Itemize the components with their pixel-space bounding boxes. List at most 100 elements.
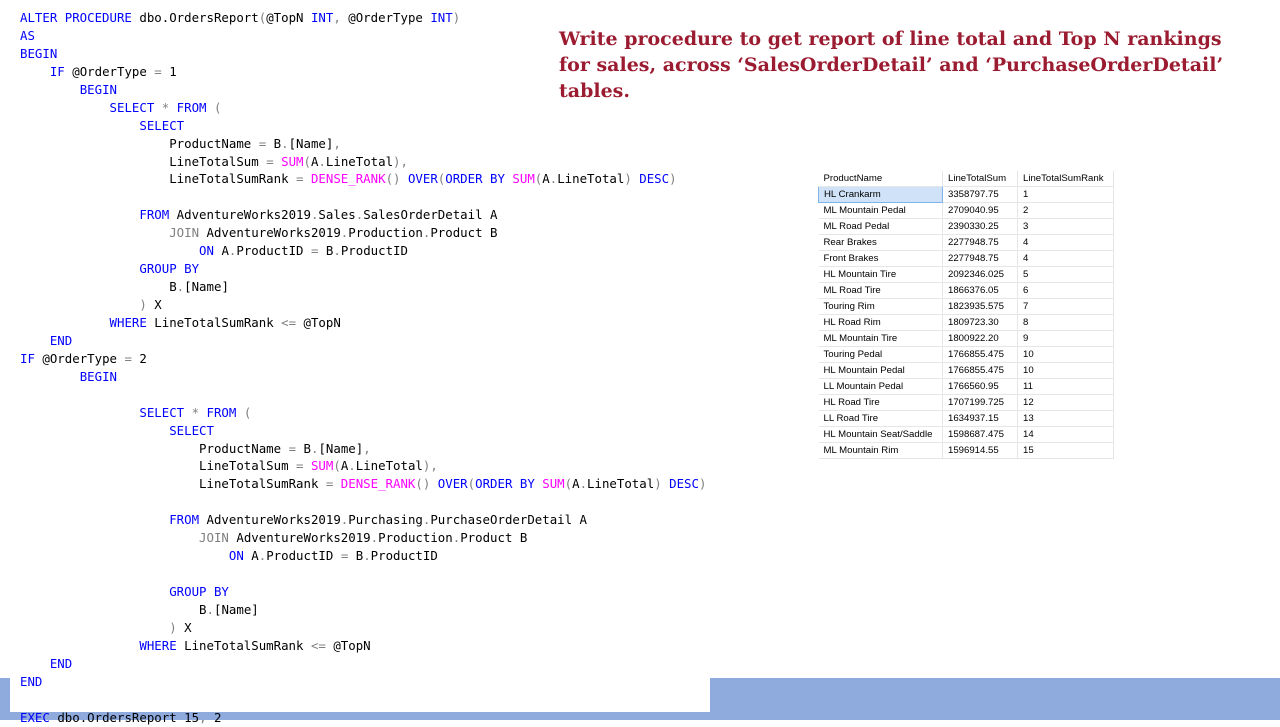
cell-productname[interactable]: LL Road Tire (818, 410, 943, 427)
cell-linetotalsumrank[interactable]: 12 (1017, 394, 1114, 411)
cell-linetotalsum[interactable]: 2277948.75 (942, 250, 1018, 267)
code-line: JOIN AdventureWorks2019.Production.Produ… (20, 529, 706, 547)
sql-code-editor[interactable]: ALTER PROCEDURE dbo.OrdersReport (@TopN I… (10, 8, 710, 725)
cell-productname[interactable]: HL Road Tire (818, 394, 943, 411)
cell-linetotalsum[interactable]: 2709040.95 (942, 202, 1018, 219)
table-row[interactable]: Front Brakes 2277948.75 4 (818, 250, 1114, 267)
cell-productname[interactable]: ML Mountain Rim (818, 442, 943, 459)
cell-linetotalsumrank[interactable]: 11 (1017, 378, 1114, 395)
cell-linetotalsumrank[interactable]: 2 (1017, 202, 1114, 219)
cell-productname[interactable]: HL Crankarm (818, 186, 943, 203)
cell-linetotalsum[interactable]: 1866376.05 (942, 282, 1018, 299)
cell-productname[interactable]: HL Mountain Pedal (818, 362, 943, 379)
code-token: INT (310, 10, 334, 25)
table-row[interactable]: HL Mountain Pedal 1766855.475 10 (818, 362, 1114, 379)
cell-linetotalsum[interactable]: 1707199.725 (942, 394, 1018, 411)
cell-linetotalsumrank[interactable]: 5 (1017, 266, 1114, 283)
cell-linetotalsum[interactable]: 1598687.475 (942, 426, 1018, 443)
code-token: ( (467, 476, 476, 492)
cell-linetotalsum[interactable]: 2277948.75 (942, 234, 1018, 251)
cell-linetotalsum[interactable]: 1823935.575 (942, 298, 1018, 315)
table-row[interactable]: LL Road Tire 1634937.15 13 (818, 410, 1114, 427)
cell-productname[interactable]: HL Mountain Seat/Saddle (818, 426, 943, 443)
code-line: JOIN AdventureWorks2019.Production.Produ… (20, 224, 706, 242)
table-row[interactable]: ML Mountain Rim 1596914.55 15 (818, 442, 1114, 459)
code-token: JOIN (169, 225, 207, 241)
cell-linetotalsumrank[interactable]: 13 (1017, 410, 1114, 427)
results-grid[interactable]: ProductName LineTotalSum LineTotalSumRan… (818, 171, 1114, 459)
code-line: SELECT (20, 422, 706, 440)
cell-linetotalsum[interactable]: 1800922.20 (942, 330, 1018, 347)
table-row[interactable]: HL Crankarm 3358797.75 1 (818, 186, 1114, 203)
cell-linetotalsumrank[interactable]: 8 (1017, 314, 1114, 331)
cell-linetotalsum[interactable]: 3358797.75 (942, 186, 1018, 203)
cell-productname[interactable]: ML Mountain Tire (818, 330, 943, 347)
cell-productname[interactable]: LL Mountain Pedal (818, 378, 943, 395)
code-token: , (333, 10, 349, 25)
cell-productname[interactable]: Touring Pedal (818, 346, 943, 363)
cell-productname[interactable]: HL Road Rim (818, 314, 943, 331)
cell-linetotalsumrank[interactable]: 4 (1017, 234, 1114, 251)
table-row[interactable]: HL Mountain Seat/Saddle 1598687.475 14 (818, 426, 1114, 443)
cell-linetotalsum[interactable]: 1596914.55 (942, 442, 1018, 459)
cell-linetotalsum[interactable]: 1766855.475 (942, 346, 1018, 363)
code-token: JOIN (199, 530, 237, 546)
code-line: END (20, 655, 706, 673)
cell-productname[interactable]: ML Mountain Pedal (818, 202, 943, 219)
code-token: WHERE (139, 637, 185, 653)
cell-linetotalsumrank[interactable]: 4 (1017, 250, 1114, 267)
cell-productname[interactable]: HL Mountain Tire (818, 266, 943, 283)
code-token: PurchaseOrderDetail A (430, 512, 587, 528)
cell-linetotalsum[interactable]: 1766560.95 (942, 378, 1018, 395)
cell-linetotalsumrank[interactable]: 10 (1017, 362, 1114, 379)
code-token: A (572, 476, 580, 492)
code-token: . (370, 530, 379, 546)
cell-linetotalsumrank[interactable]: 10 (1017, 346, 1114, 363)
code-token: ) (169, 619, 185, 635)
code-token: LineTotal (557, 171, 625, 187)
code-line: ON A.ProductID = B.ProductID (20, 547, 706, 565)
code-token: ( (213, 99, 222, 115)
table-row[interactable]: HL Mountain Tire 2092346.025 5 (818, 266, 1114, 283)
table-row[interactable]: HL Road Rim 1809723.30 8 (818, 314, 1114, 331)
table-row[interactable]: Rear Brakes 2277948.75 4 (818, 234, 1114, 251)
cell-linetotalsum[interactable]: 1766855.475 (942, 362, 1018, 379)
table-row[interactable]: ML Mountain Tire 1800922.20 9 (818, 330, 1114, 347)
column-header-linetotalsum[interactable]: LineTotalSum (942, 171, 1018, 187)
code-token: [Name] (318, 440, 364, 456)
cell-linetotalsum[interactable]: 2092346.025 (942, 266, 1018, 283)
column-header-linetotalsumrank[interactable]: LineTotalSumRank (1017, 171, 1114, 187)
table-row[interactable]: ML Road Tire 1866376.05 6 (818, 282, 1114, 299)
cell-productname[interactable]: Front Brakes (818, 250, 943, 267)
cell-linetotalsumrank[interactable]: 9 (1017, 330, 1114, 347)
code-token: , (333, 135, 341, 151)
table-row[interactable]: LL Mountain Pedal 1766560.95 11 (818, 378, 1114, 395)
cell-productname[interactable]: Rear Brakes (818, 234, 943, 251)
table-row[interactable]: HL Road Tire 1707199.725 12 (818, 394, 1114, 411)
code-token: SELECT (109, 99, 162, 115)
table-row[interactable]: Touring Rim 1823935.575 7 (818, 298, 1114, 315)
cell-linetotalsumrank[interactable]: 7 (1017, 298, 1114, 315)
cell-linetotalsum[interactable]: 1634937.15 (942, 410, 1018, 427)
cell-linetotalsum[interactable]: 2390330.25 (942, 218, 1018, 235)
table-row[interactable]: ML Mountain Pedal 2709040.95 2 (818, 202, 1114, 219)
cell-linetotalsum[interactable]: 1809723.30 (942, 314, 1018, 331)
cell-linetotalsumrank[interactable]: 15 (1017, 442, 1114, 459)
table-row[interactable]: Touring Pedal 1766855.475 10 (818, 346, 1114, 363)
cell-linetotalsumrank[interactable]: 14 (1017, 426, 1114, 443)
cell-productname[interactable]: ML Road Tire (818, 282, 943, 299)
cell-linetotalsumrank[interactable]: 3 (1017, 218, 1114, 235)
cell-linetotalsumrank[interactable]: 6 (1017, 282, 1114, 299)
cell-linetotalsumrank[interactable]: 1 (1017, 186, 1114, 203)
table-row[interactable]: ML Road Pedal 2390330.25 3 (818, 218, 1114, 235)
code-token: = (296, 171, 311, 187)
column-header-productname[interactable]: ProductName (818, 171, 943, 187)
cell-productname[interactable]: Touring Rim (818, 298, 943, 315)
cell-productname[interactable]: ML Road Pedal (818, 218, 943, 235)
